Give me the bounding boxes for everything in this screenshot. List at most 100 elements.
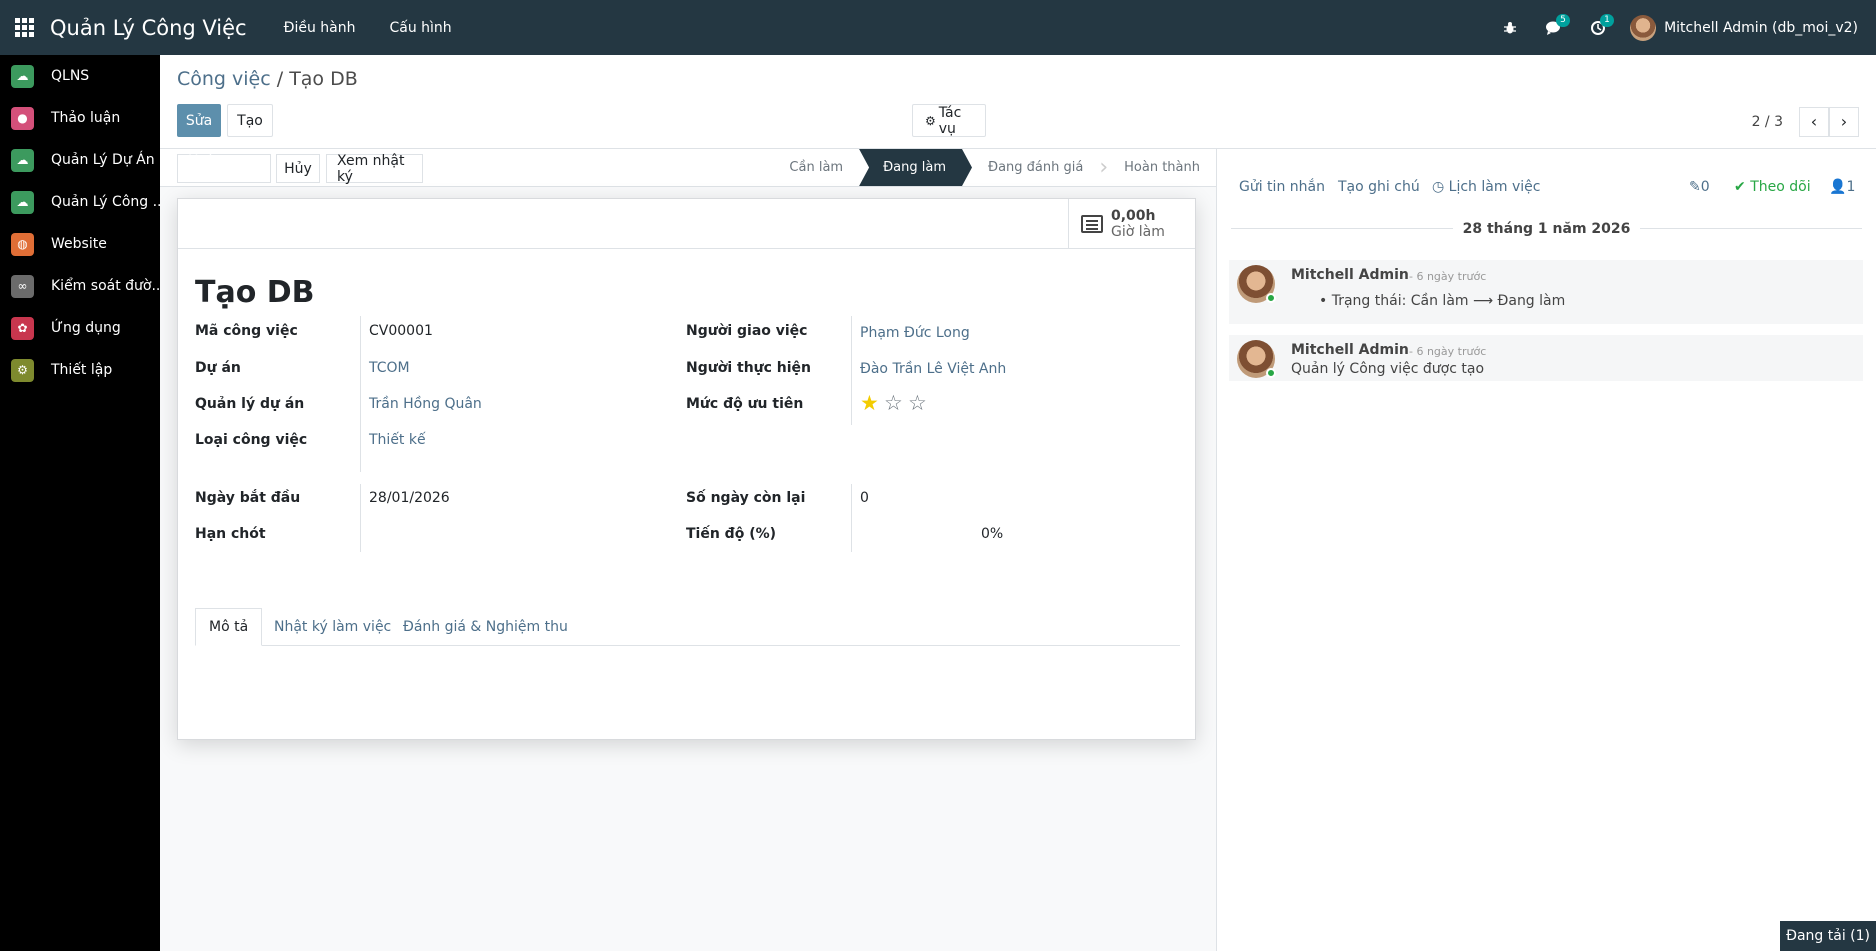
message-time: - 6 ngày trước	[1409, 345, 1487, 358]
sidebar-item-thiet-lap[interactable]: ⚙ Thiết lập	[0, 349, 160, 391]
sidebar-item-quan-ly-du-an[interactable]: ☁ Quản Lý Dự Án	[0, 139, 160, 181]
stage-pipeline: Cần làm Đang làm Đang đánh giá › Hoàn th…	[773, 149, 1216, 186]
user-menu[interactable]: Mitchell Admin (db_moi_v2)	[1620, 14, 1876, 41]
status-bar: Hoàn thành Hủy Xem nhật ký Cần làm Đang …	[160, 149, 1216, 187]
tab-nhat-ky-lam-viec[interactable]: Nhật ký làm việc	[261, 608, 404, 646]
clock-icon: ◷	[1432, 179, 1445, 195]
activities-icon[interactable]: 1	[1576, 0, 1620, 55]
button-box: 0,00h Giờ làm	[178, 199, 1195, 249]
value-loai-cong-viec[interactable]: Thiết kế	[369, 432, 426, 448]
globe-icon: ◍	[11, 232, 34, 256]
pager-previous-button[interactable]: ‹	[1799, 106, 1829, 137]
sidebar-item-kiem-soat[interactable]: ∞ Kiểm soát đườ...	[0, 265, 160, 307]
sidebar-item-label: QLNS	[51, 68, 90, 84]
online-status-icon	[1266, 293, 1276, 303]
view-log-button[interactable]: Xem nhật ký	[326, 153, 423, 185]
menu-dieu-hanh[interactable]: Điều hành	[267, 20, 373, 36]
gear-icon: ⚙	[925, 113, 936, 128]
message-text: Trạng thái: Cần làm ⟶ Đang làm	[1331, 293, 1566, 309]
divider	[851, 316, 852, 425]
edit-button[interactable]: Sửa	[177, 104, 221, 137]
create-button[interactable]: Tạo	[227, 104, 273, 137]
cloud-icon: ☁	[11, 148, 34, 172]
pager-value[interactable]: 2 / 3	[1752, 114, 1783, 130]
send-message-link[interactable]: Gửi tin nhắn	[1239, 179, 1325, 195]
schedule-activity-button[interactable]: ◷ Lịch làm việc	[1432, 179, 1540, 195]
message-body: • Trạng thái: Cần làm ⟶ Đang làm	[1319, 293, 1566, 309]
stage-dang-lam[interactable]: Đang làm	[859, 149, 972, 186]
sidebar-item-label: Website	[51, 236, 107, 252]
priority-star-1-icon[interactable]: ★	[860, 393, 879, 414]
follow-button[interactable]: ✔ Theo dõi	[1734, 179, 1811, 195]
done-button[interactable]: Hoàn thành	[177, 153, 271, 185]
sidebar-item-website[interactable]: ◍ Website	[0, 223, 160, 265]
stage-hoan-thanh[interactable]: Hoàn thành	[1108, 149, 1216, 186]
messages-badge: 5	[1556, 14, 1570, 27]
link-icon: ∞	[11, 274, 34, 298]
value-ma-cong-viec: CV00001	[369, 323, 433, 339]
attachments-count: 0	[1700, 179, 1710, 195]
form-sheet: 0,00h Giờ làm Tạo DB Mã công việc CV0000…	[177, 198, 1196, 740]
message-item: Mitchell Admin - 6 ngày trước • Trạng th…	[1229, 260, 1863, 324]
tab-danh-gia-nghiem-thu[interactable]: Đánh giá & Nghiệm thu	[390, 608, 581, 646]
app-title[interactable]: Quản Lý Công Việc	[50, 16, 247, 40]
sidebar-item-ung-dung[interactable]: ✿ Ứng dụng	[0, 307, 160, 349]
action-button[interactable]: ⚙ Tác vụ	[912, 104, 986, 137]
value-so-ngay-con-lai: 0	[860, 490, 869, 506]
apps-menu-icon[interactable]	[0, 0, 48, 55]
stage-separator: ›	[1099, 155, 1109, 180]
sidebar-item-label: Quản Lý Dự Án	[51, 152, 155, 168]
sidebar-item-quan-ly-cong-viec[interactable]: ☁ Quản Lý Công ...	[0, 181, 160, 223]
cancel-button[interactable]: Hủy	[276, 154, 320, 183]
pager-next-button[interactable]: ›	[1829, 106, 1859, 137]
label-nguoi-thuc-hien: Người thực hiện	[686, 360, 812, 376]
value-du-an[interactable]: TCOM	[369, 360, 410, 376]
chevron-right-icon: ›	[1840, 112, 1848, 131]
form-view: Hoàn thành Hủy Xem nhật ký Cần làm Đang …	[160, 148, 1216, 951]
sidebar-item-label: Quản Lý Công ...	[51, 194, 160, 210]
label-du-an: Dự án	[195, 360, 241, 376]
breadcrumb: Công việc / Tạo DB	[177, 68, 358, 90]
debug-icon[interactable]	[1488, 0, 1532, 55]
label-ngay-bat-dau: Ngày bắt đầu	[195, 490, 301, 506]
value-ngay-bat-dau[interactable]: 28/01/2026	[369, 490, 450, 506]
sidebar-item-label: Thảo luận	[51, 110, 121, 126]
sidebar-item-qlns[interactable]: ☁ QLNS	[0, 55, 160, 97]
user-icon: 👤	[1829, 179, 1847, 195]
schedule-label: Lịch làm việc	[1448, 179, 1541, 195]
sidebar-item-label: Ứng dụng	[51, 320, 121, 336]
message-time: - 6 ngày trước	[1409, 270, 1487, 283]
stage-dang-danh-gia[interactable]: Đang đánh giá	[972, 149, 1099, 186]
label-muc-do-uu-tien: Mức độ ưu tiên	[686, 396, 804, 412]
message-author[interactable]: Mitchell Admin	[1291, 342, 1409, 358]
divider	[360, 316, 361, 472]
work-hours-button[interactable]: 0,00h Giờ làm	[1068, 199, 1195, 249]
message-author[interactable]: Mitchell Admin	[1291, 267, 1409, 283]
label-han-chot: Hạn chót	[195, 526, 266, 542]
followers-button[interactable]: 👤1	[1829, 179, 1855, 195]
menu-cau-hinh[interactable]: Cấu hình	[372, 20, 468, 36]
apps-icon: ✿	[11, 316, 34, 340]
message-item: Mitchell Admin - 6 ngày trước Quản lý Cô…	[1229, 335, 1863, 381]
attachments-button[interactable]: ✎0	[1689, 179, 1710, 195]
chatter: Gửi tin nhắn Tạo ghi chú ◷ Lịch làm việc…	[1216, 148, 1876, 951]
sidebar-item-thao-luan[interactable]: ● Thảo luận	[0, 97, 160, 139]
label-loai-cong-viec: Loại công việc	[195, 432, 308, 448]
gear-icon: ⚙	[11, 358, 34, 382]
action-label: Tác vụ	[938, 104, 962, 137]
notebook-tabs: Mô tả Nhật ký làm việc Đánh giá & Nghiệm…	[195, 608, 1180, 646]
value-nguoi-thuc-hien[interactable]: Đào Trần Lê Việt Anh	[860, 361, 1006, 377]
priority-star-2-icon[interactable]: ☆	[884, 393, 903, 414]
work-hours-value: 0,00h	[1111, 208, 1156, 224]
stage-can-lam[interactable]: Cần làm	[773, 149, 859, 186]
messages-icon[interactable]: 5	[1532, 0, 1576, 55]
value-quan-ly-du-an[interactable]: Trần Hồng Quân	[369, 396, 482, 412]
pager: 2 / 3 ‹ ›	[1752, 105, 1859, 138]
priority-star-3-icon[interactable]: ☆	[908, 393, 927, 414]
breadcrumb-parent[interactable]: Công việc	[177, 68, 271, 90]
loading-indicator: Đang tải (1)	[1780, 921, 1876, 951]
tab-mo-ta[interactable]: Mô tả	[195, 608, 263, 646]
value-nguoi-giao-viec[interactable]: Phạm Đức Long	[860, 325, 970, 341]
log-note-button[interactable]: Tạo ghi chú	[1338, 179, 1420, 195]
followers-count: 1	[1846, 179, 1856, 195]
